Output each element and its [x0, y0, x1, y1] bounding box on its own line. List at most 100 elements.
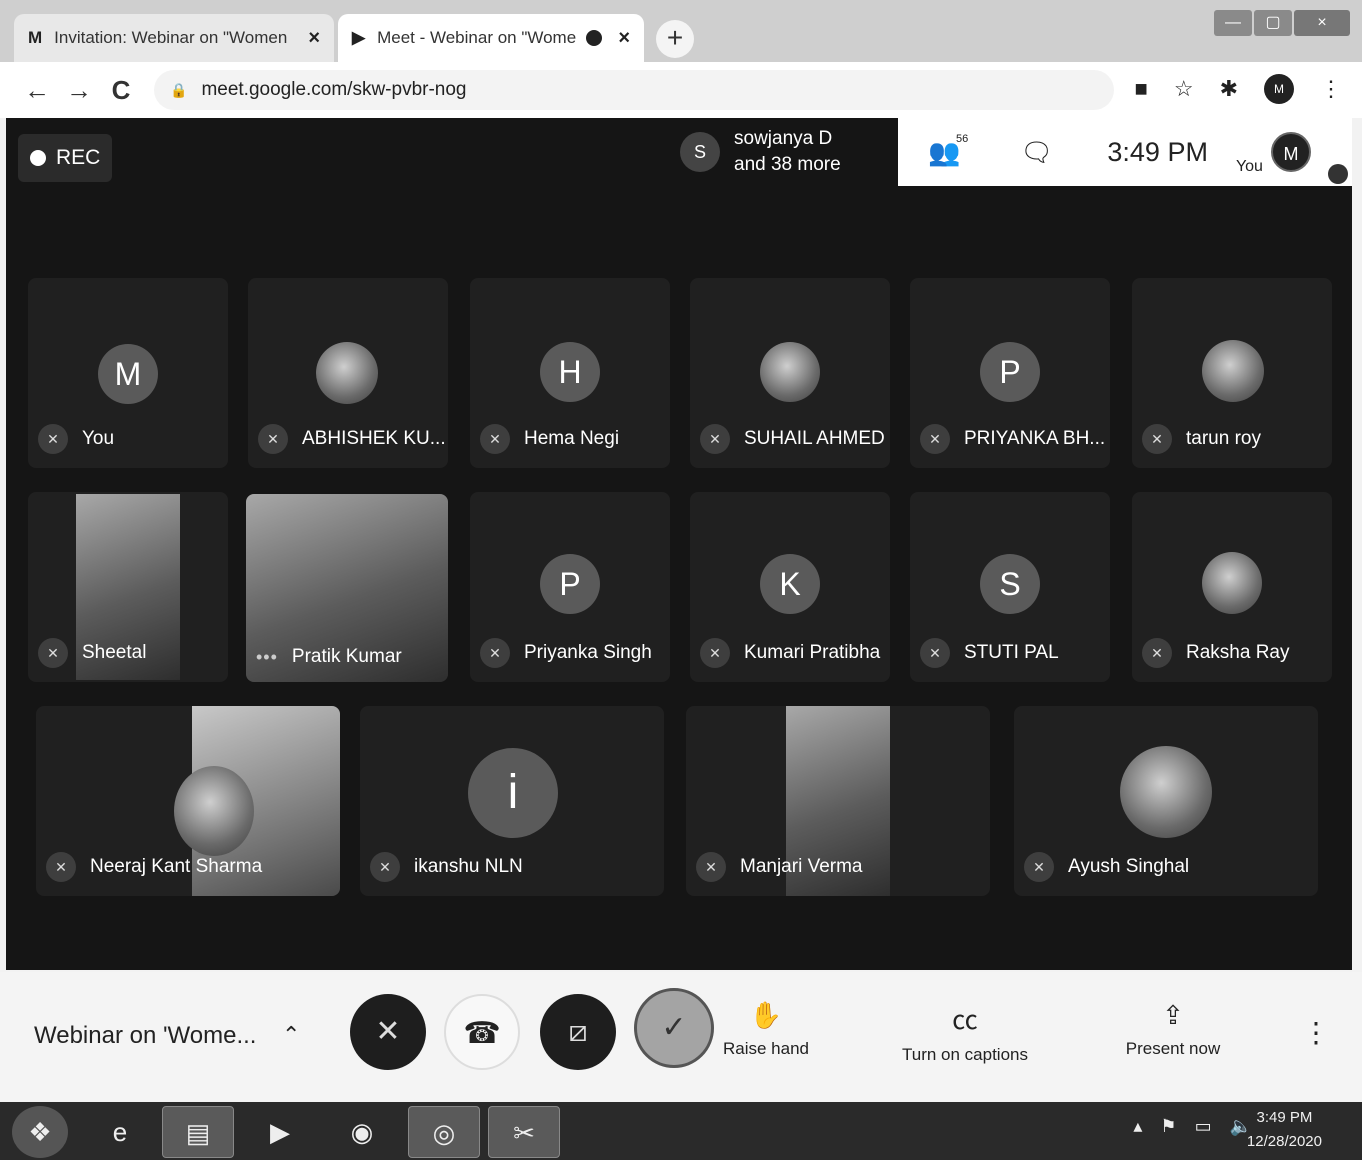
- participant-tile[interactable]: ••• Pratik Kumar: [246, 494, 448, 682]
- tab-title: Invitation: Webinar on "Women: [54, 28, 288, 47]
- close-window-button[interactable]: ×: [1294, 10, 1350, 36]
- participant-tile[interactable]: ✕ Sheetal: [28, 492, 228, 682]
- mic-off-icon: ✕: [696, 852, 726, 882]
- network-icon[interactable]: ▭: [1195, 1116, 1212, 1137]
- start-button[interactable]: ❖: [12, 1106, 68, 1158]
- participant-name: PRIYANKA BH...: [964, 428, 1106, 449]
- address-toolbar: ← → C 🔒 meet.google.com/skw-pvbr-nog ■ ☆…: [0, 62, 1362, 118]
- participant-tile[interactable]: ✕ Neeraj Kant Sharma: [36, 706, 340, 896]
- meet-icon: ▶: [352, 28, 366, 47]
- participant-photo: [316, 342, 378, 404]
- lock-icon: 🔒: [170, 81, 188, 98]
- menu-icon[interactable]: ⋮: [1320, 76, 1342, 102]
- mic-off-icon: ✕: [375, 1015, 401, 1048]
- mic-off-icon: ✕: [700, 638, 730, 668]
- tab-meet-webinar[interactable]: ▶ Meet - Webinar on "Women ×: [338, 14, 644, 62]
- url-text: meet.google.com/skw-pvbr-nog: [201, 79, 467, 100]
- participant-name: ABHISHEK KU...: [302, 428, 446, 449]
- participant-name: Priyanka Singh: [524, 642, 652, 663]
- internet-explorer-icon[interactable]: e: [84, 1106, 156, 1158]
- people-button[interactable]: 👥 56: [928, 133, 968, 168]
- speaker-more: and 38 more: [734, 154, 841, 175]
- more-options-icon[interactable]: •••: [256, 647, 278, 668]
- participant-name: Kumari Pratibha: [744, 642, 881, 663]
- mic-off-icon: ✕: [480, 638, 510, 668]
- meeting-details-title[interactable]: Webinar on 'Wome...: [34, 1022, 256, 1050]
- raise-hand-button[interactable]: ✋ Raise hand: [718, 1000, 814, 1059]
- back-button[interactable]: ←: [16, 75, 58, 106]
- participant-tile[interactable]: ✕ ABHISHEK KU...: [248, 278, 448, 468]
- meet-controls-bar: Webinar on 'Wome... ⌃ ✕ ☎ ⧄ ✓ ✋ Raise ha…: [0, 972, 1362, 1102]
- window-controls: — ▢ ×: [1214, 10, 1350, 38]
- tab-gmail-invitation[interactable]: M Invitation: Webinar on "Women ×: [14, 14, 334, 62]
- mic-off-icon: ✕: [1142, 638, 1172, 668]
- chrome-icon[interactable]: ◉: [326, 1106, 398, 1158]
- present-now-button[interactable]: ⇪ Present now: [1118, 1000, 1228, 1059]
- check-icon: ✓: [661, 1011, 687, 1044]
- forward-button[interactable]: →: [58, 75, 100, 106]
- participant-tile[interactable]: i ✕ ikanshu NLN: [360, 706, 664, 896]
- system-tray: ▴ ⚑ ▭ 🔈: [1133, 1116, 1252, 1137]
- more-options-icon[interactable]: ⋮: [1302, 1016, 1330, 1049]
- close-tab-icon[interactable]: ×: [618, 27, 630, 50]
- participant-tile[interactable]: S ✕ STUTI PAL: [910, 492, 1110, 682]
- url-bar[interactable]: 🔒 meet.google.com/skw-pvbr-nog: [154, 70, 1114, 110]
- participant-tile[interactable]: K ✕ Kumari Pratibha: [690, 492, 890, 682]
- mic-off-icon: ✕: [480, 424, 510, 454]
- participant-avatar: S: [980, 554, 1040, 614]
- captions-button[interactable]: ㏄ Turn on captions: [890, 1000, 1040, 1065]
- mic-toggle-button[interactable]: ✕: [350, 994, 426, 1070]
- mic-off-icon: ✕: [258, 424, 288, 454]
- participant-avatar: K: [760, 554, 820, 614]
- star-icon[interactable]: ☆: [1174, 76, 1194, 102]
- meet-stage: REC S sowjanya D and 38 more 👥 56 🗨 3:49…: [6, 118, 1352, 970]
- participant-tile[interactable]: P ✕ PRIYANKA BH...: [910, 278, 1110, 468]
- chat-button[interactable]: 🗨: [1020, 137, 1053, 168]
- close-tab-icon[interactable]: ×: [308, 27, 320, 50]
- chat-icon: 🗨: [1020, 136, 1054, 167]
- gmail-icon: M: [28, 28, 43, 47]
- profile-avatar[interactable]: M: [1264, 74, 1294, 104]
- reload-button[interactable]: C: [100, 75, 142, 106]
- file-explorer-icon[interactable]: ▤: [162, 1106, 234, 1158]
- participant-tile[interactable]: ✕ Ayush Singhal: [1014, 706, 1318, 896]
- record-dot-icon: [30, 150, 46, 166]
- camera-icon[interactable]: ■: [1135, 76, 1148, 102]
- snipping-tool-icon[interactable]: ✂: [488, 1106, 560, 1158]
- participant-tile[interactable]: ✕ Manjari Verma: [686, 706, 990, 896]
- extensions-icon[interactable]: ✱: [1220, 76, 1238, 102]
- participant-photo: [1202, 552, 1262, 614]
- media-player-icon[interactable]: ▶: [244, 1106, 316, 1158]
- browser-actions: ■ ☆ ✱ M ⋮: [1135, 74, 1342, 104]
- confirm-button[interactable]: ✓: [634, 988, 714, 1068]
- participant-tile[interactable]: H ✕ Hema Negi: [470, 278, 670, 468]
- participant-tile[interactable]: ✕ Raksha Ray: [1132, 492, 1332, 682]
- participant-count: 56: [956, 132, 969, 145]
- participant-avatar: i: [468, 748, 558, 838]
- participant-tile[interactable]: ✕ tarun roy: [1132, 278, 1332, 468]
- participant-avatar: P: [540, 554, 600, 614]
- speaker-name: sowjanya D: [734, 128, 833, 149]
- recording-badge: REC: [18, 134, 112, 182]
- system-clock[interactable]: 3:49 PM 12/28/2020: [1247, 1106, 1322, 1154]
- chrome-window-taskbar-icon[interactable]: ◎: [408, 1106, 480, 1158]
- participant-tile[interactable]: P ✕ Priyanka Singh: [470, 492, 670, 682]
- leave-call-button[interactable]: ☎: [444, 994, 520, 1070]
- maximize-button[interactable]: ▢: [1254, 10, 1292, 36]
- mic-off-icon: ✕: [46, 852, 76, 882]
- camera-off-icon: ⧄: [568, 1015, 588, 1048]
- action-center-icon[interactable]: ⚑: [1160, 1116, 1176, 1137]
- participant-photo: [1202, 340, 1264, 402]
- tray-expand-icon[interactable]: ▴: [1133, 1116, 1142, 1137]
- minimize-button[interactable]: —: [1214, 10, 1252, 36]
- chevron-up-icon[interactable]: ⌃: [282, 1022, 300, 1048]
- tab-title: Meet - Webinar on "Women: [377, 28, 577, 47]
- browser-tab-bar: M Invitation: Webinar on "Women × ▶ Meet…: [0, 0, 1362, 62]
- participant-tile-you[interactable]: M ✕ You: [28, 278, 228, 468]
- rec-label: REC: [56, 146, 101, 169]
- self-avatar[interactable]: M: [1270, 132, 1311, 172]
- new-tab-button[interactable]: +: [656, 20, 694, 58]
- participant-tile[interactable]: ✕ SUHAIL AHMED: [690, 278, 890, 468]
- camera-toggle-button[interactable]: ⧄: [540, 994, 616, 1070]
- mic-off-icon: ✕: [370, 852, 400, 882]
